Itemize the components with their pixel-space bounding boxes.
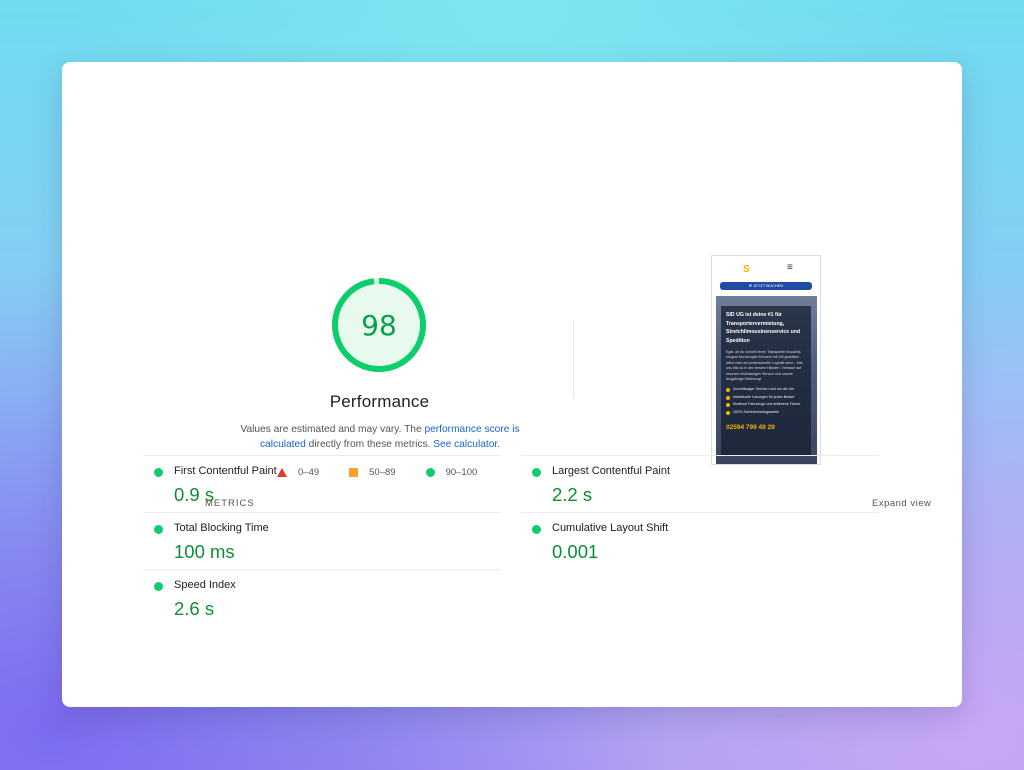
metric-value: 0.9 s [174,484,215,505]
desc-middle: directly from these metrics. [305,439,434,450]
page-screenshot-thumbnail: S ≡ ✉ JETZT BUCHEN SID UG ist deine #1 f… [711,255,821,465]
metric-value: 0.001 [552,541,599,562]
thumbnail-list-text: Individuelle Lösungen für jeden Bedarf [733,394,795,399]
thumbnail-list-text: 100% Zufriedenheitsgarantie [733,409,779,414]
pass-circle-icon [532,468,541,477]
thumbnail-list-text: Zuverlässiger Service rund um die Uhr [733,387,795,392]
score-description: Values are estimated and may vary. The p… [234,422,526,452]
thumbnail-paragraph: Egal, ob du schnell einen Transporter br… [726,350,803,382]
site-logo-icon: S [743,264,750,275]
metric-first-contentful-paint: First Contentful Paint 0.9 s [143,455,501,512]
metric-value: 2.2 s [552,484,593,505]
check-icon [726,395,730,400]
thumbnail-phone: 02594 799 49 29 [726,424,775,432]
thumbnail-book-button: ✉ JETZT BUCHEN [720,282,812,290]
pass-circle-icon [154,525,163,534]
desc-suffix: . [497,439,501,450]
performance-score: 98 [361,308,397,342]
metric-cumulative-layout-shift: Cumulative Layout Shift 0.001 [521,512,879,569]
performance-title: Performance [329,392,430,411]
metric-name: Cumulative Layout Shift [552,522,669,534]
see-calculator-link[interactable]: See calculator [433,439,497,450]
metric-value: 100 ms [174,541,235,562]
pass-circle-icon [532,525,541,534]
thumbnail-list-item: 100% Zufriedenheitsgarantie [726,410,806,415]
metric-name: First Contentful Paint [174,465,277,477]
thumbnail-header: S ≡ [712,256,820,280]
metric-speed-index: Speed Index 2.6 s [143,569,501,626]
thumbnail-heading: SID UG ist deine #1 für Transportervermi… [726,312,801,344]
vertical-divider [573,320,574,398]
expand-view-button[interactable]: Expand view [872,498,931,509]
thumbnail-list-item: Individuelle Lösungen für jeden Bedarf [726,395,806,400]
report-card: 98 Performance Values are estimated and … [62,62,962,707]
metric-largest-contentful-paint: Largest Contentful Paint 2.2 s [521,455,879,512]
hamburger-menu-icon: ≡ [787,262,793,273]
thumbnail-list-text: Moderne Fahrzeuge und erfahrene Fahrer [733,402,801,407]
check-icon [726,388,730,393]
metric-name: Speed Index [174,579,236,591]
thumbnail-list-item: Zuverlässiger Service rund um die Uhr [726,387,806,393]
pass-circle-icon [154,468,163,477]
check-icon [726,403,730,408]
thumbnail-list-item: Moderne Fahrzeuge und erfahrene Fahrer [726,402,806,408]
metric-name: Largest Contentful Paint [552,465,671,477]
metric-total-blocking-time: Total Blocking Time 100 ms [143,512,501,569]
metric-value: 2.6 s [174,598,215,619]
metric-name: Total Blocking Time [174,522,269,534]
thumbnail-hero: SID UG ist deine #1 für Transportervermi… [716,296,817,464]
desc-prefix: Values are estimated and may vary. The [240,424,425,435]
thumbnail-hero-panel: SID UG ist deine #1 für Transportervermi… [721,306,811,456]
check-icon [726,410,730,415]
performance-gauge[interactable]: 98 [330,276,428,374]
pass-circle-icon [154,582,163,591]
